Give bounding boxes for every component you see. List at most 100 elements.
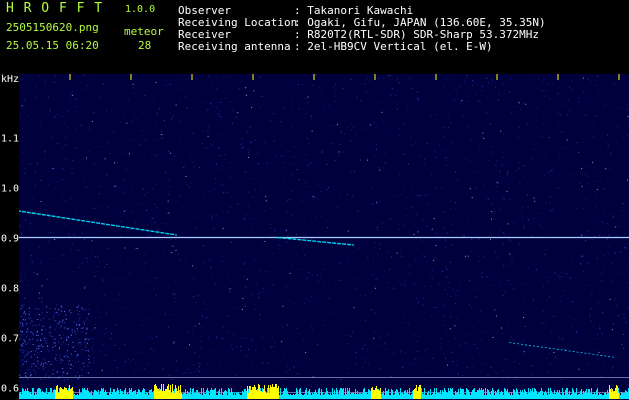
signal-strip-bar — [411, 394, 412, 399]
signal-strip-bar — [398, 393, 399, 399]
signal-strip-bar — [508, 393, 509, 399]
y-tick-label: 0.9 — [1, 234, 19, 245]
signal-strip-bar — [126, 394, 127, 399]
signal-strip-bar — [491, 391, 492, 399]
signal-strip-bar — [598, 395, 599, 399]
signal-strip-bar — [311, 395, 312, 399]
signal-strip-bar — [26, 391, 27, 399]
signal-strip-bar — [498, 389, 499, 399]
signal-strip-bar — [334, 390, 335, 399]
signal-strip-bar — [356, 394, 357, 399]
signal-strip-bar — [535, 389, 536, 399]
signal-strip-bar — [401, 393, 402, 399]
signal-burst-bar — [272, 384, 273, 399]
signal-strip-bar — [289, 395, 290, 399]
signal-strip-bar — [322, 392, 323, 399]
signal-burst-bar — [157, 389, 158, 399]
signal-strip-bar — [560, 394, 561, 399]
signal-strip-bar — [91, 391, 92, 399]
signal-burst-bar — [253, 387, 254, 399]
signal-strip-bar — [437, 393, 438, 399]
info-label-antenna: Receiving antenna — [178, 40, 291, 53]
signal-strip-bar — [448, 388, 449, 399]
signal-strip-bar — [318, 389, 319, 399]
signal-strip-bar — [342, 389, 343, 399]
signal-strip-bar — [54, 389, 55, 399]
signal-strip-bar — [41, 392, 42, 399]
signal-burst-bar — [165, 389, 166, 399]
signal-strip-bar — [512, 395, 513, 399]
signal-strip-bar — [593, 394, 594, 399]
signal-strip-bar — [89, 393, 90, 399]
signal-strip-bar — [588, 389, 589, 399]
signal-strip-bar — [103, 388, 104, 399]
signal-strip-bar — [205, 394, 206, 399]
signal-strip-bar — [53, 390, 54, 399]
signal-strip-bar — [125, 388, 126, 399]
signal-strip-bar — [191, 394, 192, 399]
signal-burst-bar — [154, 385, 155, 399]
signal-strip-bar — [466, 388, 467, 399]
signal-strip-bar — [287, 391, 288, 399]
signal-strip-bar — [187, 391, 188, 399]
signal-burst-bar — [159, 391, 160, 399]
signal-strip-bar — [384, 395, 385, 399]
signal-strip-bar — [471, 392, 472, 399]
signal-strip-bar — [455, 391, 456, 399]
signal-strip-bar — [228, 388, 229, 399]
signal-strip-bar — [581, 389, 582, 399]
signal-strip-bar — [288, 394, 289, 399]
signal-burst-bar — [65, 388, 66, 399]
signal-burst-bar — [419, 385, 420, 399]
signal-strip-bar — [524, 389, 525, 399]
signal-strip-bar — [104, 392, 105, 399]
signal-strip-bar — [486, 395, 487, 399]
signal-strip-bar — [93, 393, 94, 399]
signal-strip-bar — [449, 391, 450, 399]
signal-strip-bar — [294, 395, 295, 399]
signal-strip-bar — [82, 388, 83, 399]
signal-burst-bar — [250, 386, 251, 399]
signal-burst-bar — [173, 391, 174, 399]
signal-strip-bar — [298, 394, 299, 399]
signal-strip-bar — [186, 394, 187, 399]
signal-strip-bar — [543, 395, 544, 399]
signal-strip-bar — [214, 389, 215, 399]
signal-strip-bar — [305, 390, 306, 399]
signal-strip-bar — [80, 393, 81, 399]
signal-strip-bar — [558, 393, 559, 399]
signal-strip-bar — [31, 394, 32, 399]
signal-strip-bar — [307, 395, 308, 399]
signal-strip-bar — [436, 388, 437, 399]
signal-strip-bar — [591, 388, 592, 399]
signal-strip-bar — [357, 391, 358, 399]
signal-strip-bar — [346, 394, 347, 399]
signal-strip-bar — [291, 395, 292, 399]
signal-strip-bar — [485, 388, 486, 399]
signal-burst-bar — [266, 393, 267, 399]
signal-burst-bar — [267, 393, 268, 399]
signal-strip-bar — [410, 395, 411, 399]
signal-strip-bar — [425, 395, 426, 399]
signal-strip-bar — [577, 395, 578, 399]
signal-strip-bar — [279, 395, 280, 399]
signal-burst-bar — [55, 390, 56, 399]
signal-strip-bar — [386, 391, 387, 399]
signal-burst-bar — [177, 391, 178, 399]
signal-strip-bar — [77, 394, 78, 399]
signal-burst-bar — [276, 384, 277, 399]
signal-burst-bar — [273, 387, 274, 399]
signal-strip-bar — [37, 389, 38, 399]
signal-strip-bar — [109, 393, 110, 399]
signal-strip-bar — [74, 394, 75, 399]
signal-strip-bar — [219, 389, 220, 399]
signal-strip-bar — [554, 390, 555, 399]
signal-burst-bar — [380, 388, 381, 399]
signal-strip-bar — [427, 393, 428, 399]
signal-strip-bar — [409, 388, 410, 399]
signal-strip-bar — [605, 392, 606, 399]
signal-strip-bar — [235, 395, 236, 399]
signal-strip-bar — [439, 393, 440, 399]
signal-burst-bar — [178, 386, 179, 399]
signal-strip-bar — [513, 389, 514, 399]
